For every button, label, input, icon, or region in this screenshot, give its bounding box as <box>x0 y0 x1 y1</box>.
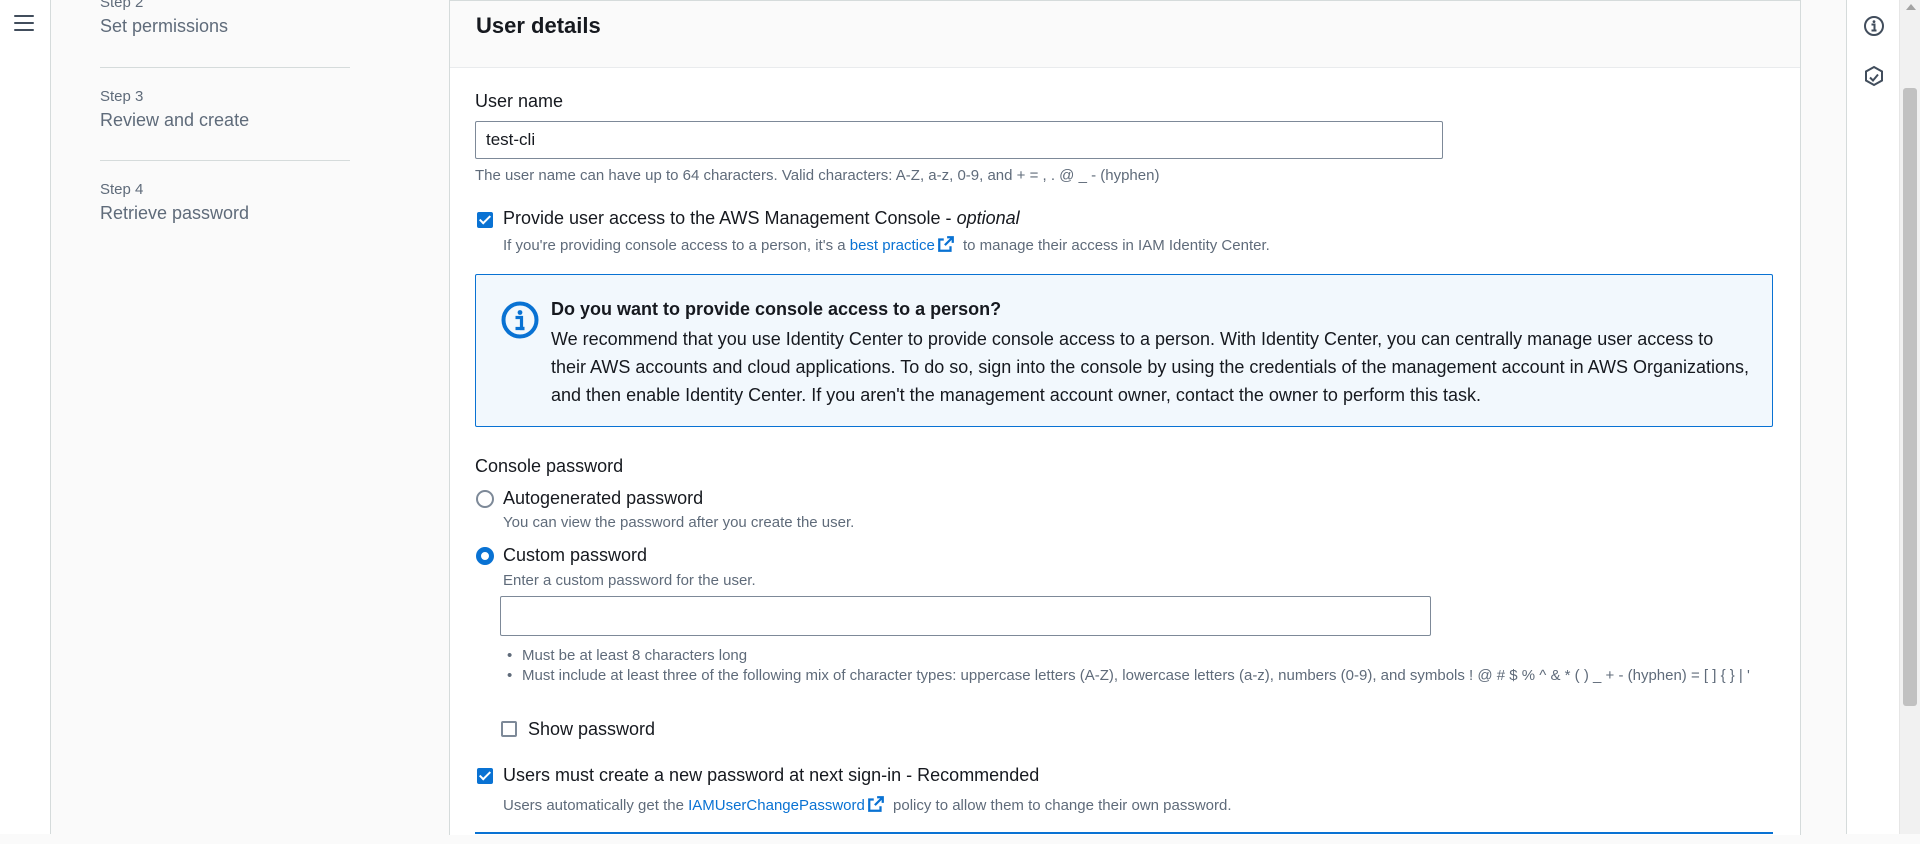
password-rule: Must be at least 8 characters long <box>507 646 1752 666</box>
page-scrollbar[interactable] <box>1899 0 1920 834</box>
user-name-label: User name <box>475 91 564 111</box>
step-number: Step 3 <box>100 88 144 105</box>
step-2[interactable]: Step 2 Set permissions <box>100 0 350 37</box>
user-name-input[interactable]: test-cli <box>475 121 1443 159</box>
reset-required-checkbox[interactable] <box>477 768 493 784</box>
show-password-checkbox[interactable] <box>501 721 517 737</box>
user-name-hint: The user name can have up to 64 characte… <box>475 167 1160 184</box>
step-title[interactable]: Review and create <box>100 110 350 131</box>
scroll-up-arrow[interactable] <box>1906 4 1916 10</box>
hint-text: Users automatically get the <box>503 797 689 814</box>
step-title[interactable]: Retrieve password <box>100 203 350 224</box>
password-rule: Must include at least three of the follo… <box>507 666 1752 686</box>
panel-header: User details <box>450 1 1800 68</box>
step-divider <box>100 67 350 68</box>
reset-required-label: Users must create a new password at next… <box>503 765 1040 785</box>
custom-password-label: Custom password <box>503 545 648 565</box>
step-number: Step 4 <box>100 181 144 198</box>
hamburger-menu-icon[interactable] <box>14 15 34 33</box>
reset-required-hint: Users automatically get the IAMUserChang… <box>503 795 1232 814</box>
console-access-label: Provide user access to the AWS Managemen… <box>503 208 1020 229</box>
best-practice-link[interactable]: best practice <box>850 237 935 254</box>
identity-center-info-alert: Do you want to provide console access to… <box>475 274 1773 427</box>
autogenerated-password-label: Autogenerated password <box>503 488 704 508</box>
console-password-label: Console password <box>475 456 624 476</box>
info-title: Do you want to provide console access to… <box>551 299 1002 319</box>
hexagon-icon[interactable] <box>1863 65 1885 87</box>
step-number: Step 2 <box>100 0 144 11</box>
iam-user-change-password-link[interactable]: IAMUserChangePassword <box>688 797 865 814</box>
autogenerated-password-radio[interactable] <box>476 490 494 508</box>
side-nav-strip <box>0 0 51 834</box>
hint-text: If you're providing console access to a … <box>503 237 850 254</box>
external-link-icon[interactable] <box>937 235 955 253</box>
info-icon[interactable] <box>1863 15 1885 37</box>
info-body: We recommend that you use Identity Cente… <box>551 329 1750 405</box>
step-4[interactable]: Step 4 Retrieve password <box>100 181 350 224</box>
console-access-text: Provide user access to the AWS Managemen… <box>503 208 957 228</box>
console-access-checkbox[interactable] <box>477 212 493 228</box>
show-password-label: Show password <box>528 719 656 739</box>
hint-text: to manage their access in IAM Identity C… <box>958 237 1270 254</box>
scroll-thumb[interactable] <box>1903 88 1917 706</box>
hint-text: policy to allow them to change their own… <box>888 797 1232 814</box>
external-link-icon[interactable] <box>867 795 885 813</box>
step-title[interactable]: Set permissions <box>100 16 350 37</box>
autogenerated-password-hint: You can view the password after you crea… <box>503 514 855 531</box>
step-divider <box>100 160 350 161</box>
user-details-panel: User details User name test-cli The user… <box>449 0 1801 835</box>
password-requirements: Must be at least 8 characters long Must … <box>507 646 1752 686</box>
console-access-hint: If you're providing console access to a … <box>503 235 1270 254</box>
custom-password-hint: Enter a custom password for the user. <box>503 572 756 589</box>
custom-password-input[interactable] <box>500 596 1431 636</box>
step-3[interactable]: Step 3 Review and create <box>100 88 350 131</box>
tools-rail <box>1846 0 1900 834</box>
optional-tag: optional <box>956 208 1020 228</box>
panel-title: User details <box>476 13 601 38</box>
custom-password-radio[interactable] <box>476 547 494 565</box>
info-icon <box>501 301 539 339</box>
